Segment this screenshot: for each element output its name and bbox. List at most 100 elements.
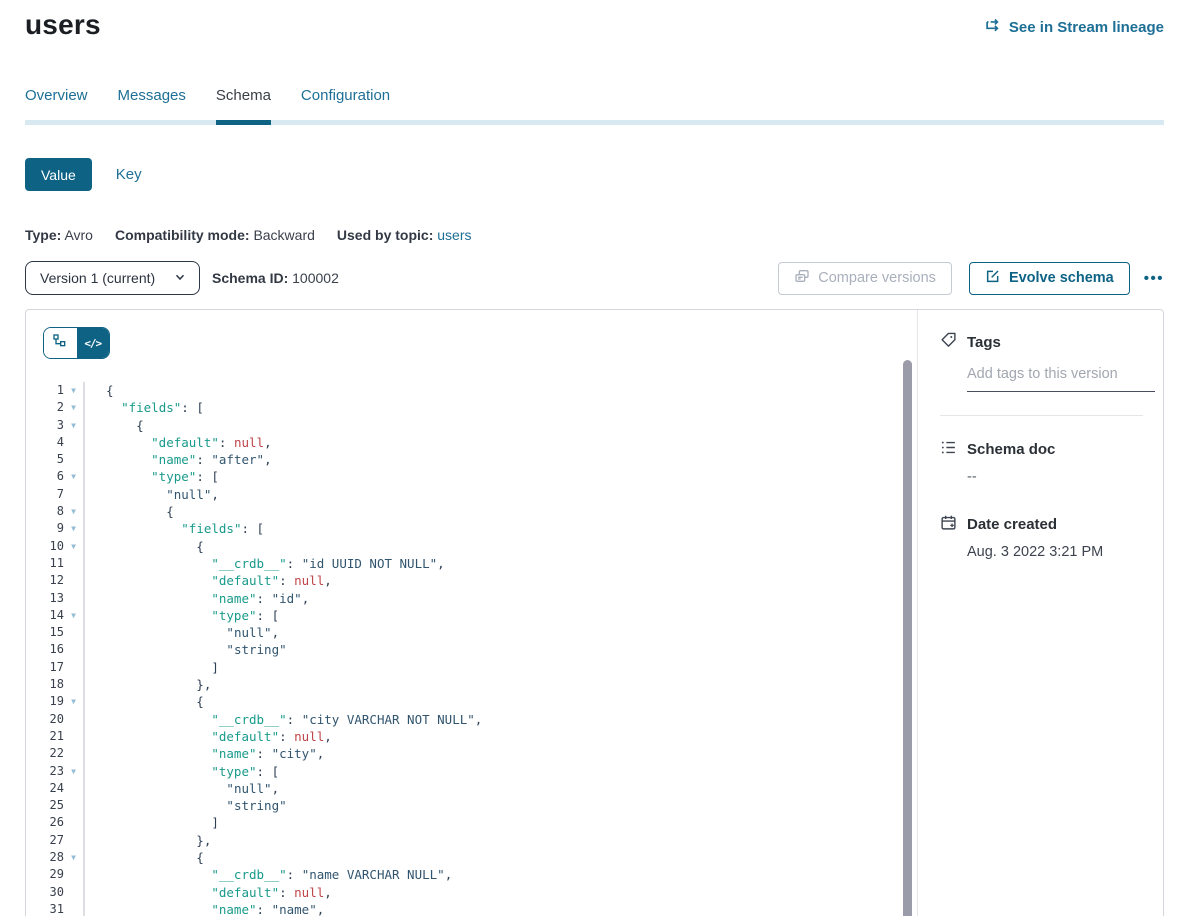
fold-arrow-icon	[64, 590, 83, 607]
fold-arrow-icon[interactable]: ▼	[64, 399, 83, 416]
code-text: "string"	[85, 797, 287, 814]
version-select[interactable]: Version 1 (current)	[25, 261, 200, 295]
used-by-topic: Used by topic: users	[337, 227, 472, 243]
tab-messages[interactable]: Messages	[118, 87, 186, 120]
line-number: 2	[26, 399, 64, 416]
line-number: 29	[26, 866, 64, 883]
evolve-schema-label: Evolve schema	[1009, 270, 1114, 286]
code-text: "name": "id",	[85, 590, 309, 607]
tab-schema[interactable]: Schema	[216, 87, 271, 125]
line-gutter: 9▼	[26, 520, 85, 537]
compatibility-value: Backward	[253, 227, 314, 243]
value-toggle-button[interactable]: Value	[25, 158, 92, 191]
page-title: users	[25, 9, 101, 41]
see-in-stream-lineage-link[interactable]: See in Stream lineage	[985, 17, 1164, 38]
toolbar-actions: Compare versions Evolve schema •••	[778, 262, 1164, 295]
line-number: 15	[26, 624, 64, 641]
line-gutter: 15	[26, 624, 85, 641]
editor-scrollbar[interactable]	[903, 360, 912, 916]
code-text: {	[85, 693, 204, 710]
code-text: "default": null,	[85, 884, 332, 901]
code-text: {	[85, 503, 174, 520]
code-text: ]	[85, 814, 219, 831]
fold-arrow-icon[interactable]: ▼	[64, 693, 83, 710]
code-line: 13 "name": "id",	[26, 590, 917, 607]
line-gutter: 24	[26, 780, 85, 797]
schema-doc-title: Schema doc	[967, 441, 1055, 458]
add-tags-input[interactable]	[967, 366, 1155, 392]
fold-arrow-icon	[64, 555, 83, 572]
fold-arrow-icon[interactable]: ▼	[64, 417, 83, 434]
code-text: "null",	[85, 624, 279, 641]
line-gutter: 5	[26, 451, 85, 468]
code-line: 11 "__crdb__": "id UUID NOT NULL",	[26, 555, 917, 572]
code-line: 5 "name": "after",	[26, 451, 917, 468]
code-line: 27 },	[26, 832, 917, 849]
line-gutter: 28▼	[26, 849, 85, 866]
fold-arrow-icon[interactable]: ▼	[64, 849, 83, 866]
calendar-plus-icon	[940, 514, 957, 535]
fold-arrow-icon[interactable]: ▼	[64, 382, 83, 399]
code-text: "default": null,	[85, 572, 332, 589]
code-line: 9▼ "fields": [	[26, 520, 917, 537]
fold-arrow-icon[interactable]: ▼	[64, 520, 83, 537]
code-line: 3▼ {	[26, 417, 917, 434]
schema-type-label: Type:	[25, 227, 61, 243]
code-text: "name": "after",	[85, 451, 272, 468]
code-text: "type": [	[85, 468, 219, 485]
line-number: 24	[26, 780, 64, 797]
line-number: 20	[26, 711, 64, 728]
line-gutter: 19▼	[26, 693, 85, 710]
stream-lineage-label: See in Stream lineage	[1009, 19, 1164, 36]
fold-arrow-icon[interactable]: ▼	[64, 763, 83, 780]
line-gutter: 31	[26, 901, 85, 916]
line-number: 22	[26, 745, 64, 762]
line-gutter: 7	[26, 486, 85, 503]
fold-arrow-icon	[64, 797, 83, 814]
code-text: "name": "city",	[85, 745, 324, 762]
fold-arrow-icon	[64, 901, 83, 916]
fold-arrow-icon[interactable]: ▼	[64, 538, 83, 555]
line-number: 25	[26, 797, 64, 814]
code-line: 16 "string"	[26, 641, 917, 658]
code-line: 7 "null",	[26, 486, 917, 503]
tree-view-button[interactable]	[44, 328, 77, 358]
code-line: 22 "name": "city",	[26, 745, 917, 762]
line-number: 19	[26, 693, 64, 710]
fold-arrow-icon[interactable]: ▼	[64, 607, 83, 624]
code-line: 25 "string"	[26, 797, 917, 814]
date-created-section: Date created Aug. 3 2022 3:21 PM	[940, 514, 1143, 560]
fold-arrow-icon	[64, 832, 83, 849]
line-gutter: 18	[26, 676, 85, 693]
tab-overview[interactable]: Overview	[25, 87, 88, 120]
line-number: 23	[26, 763, 64, 780]
line-gutter: 29	[26, 866, 85, 883]
line-number: 13	[26, 590, 64, 607]
fold-arrow-icon	[64, 624, 83, 641]
line-number: 16	[26, 641, 64, 658]
compare-versions-button[interactable]: Compare versions	[778, 262, 952, 295]
line-number: 17	[26, 659, 64, 676]
used-by-topic-link[interactable]: users	[437, 227, 471, 243]
schema-code-editor: 1▼{2▼ "fields": [3▼ {4 "default": null,5…	[26, 382, 917, 916]
line-number: 5	[26, 451, 64, 468]
key-toggle-link[interactable]: Key	[116, 166, 142, 183]
fold-arrow-icon	[64, 659, 83, 676]
code-text: "type": [	[85, 763, 279, 780]
line-number: 9	[26, 520, 64, 537]
code-line: 23▼ "type": [	[26, 763, 917, 780]
fold-arrow-icon[interactable]: ▼	[64, 503, 83, 520]
date-created-value: Aug. 3 2022 3:21 PM	[967, 544, 1143, 560]
version-toolbar: Version 1 (current) Schema ID: 100002	[25, 261, 1164, 295]
code-view-button[interactable]: </>	[77, 328, 110, 358]
fold-arrow-icon	[64, 676, 83, 693]
code-line: 2▼ "fields": [	[26, 399, 917, 416]
more-options-button[interactable]: •••	[1144, 270, 1164, 287]
compare-versions-label: Compare versions	[818, 270, 936, 286]
code-text: "name": "name",	[85, 901, 324, 916]
fold-arrow-icon[interactable]: ▼	[64, 468, 83, 485]
evolve-schema-button[interactable]: Evolve schema	[969, 262, 1130, 295]
tab-configuration[interactable]: Configuration	[301, 87, 390, 120]
fold-arrow-icon	[64, 486, 83, 503]
line-gutter: 23▼	[26, 763, 85, 780]
